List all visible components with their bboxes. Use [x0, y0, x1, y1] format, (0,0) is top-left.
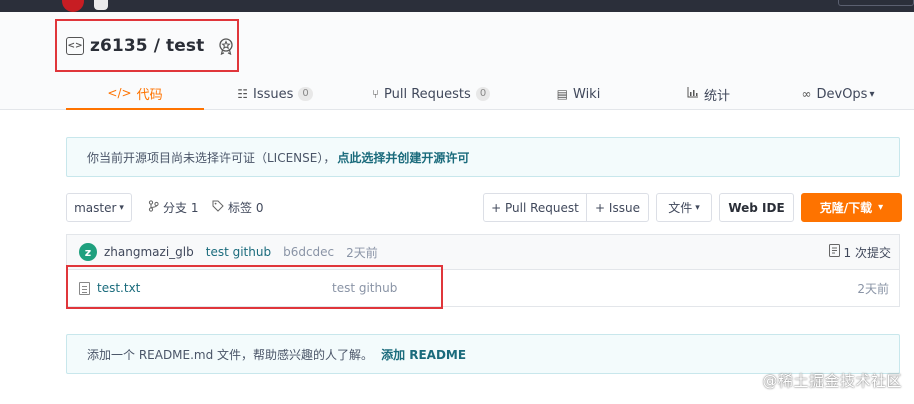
infinity-icon: ∞ [801, 87, 812, 101]
clone-download-button[interactable]: 克隆/下载 ▾ [801, 193, 902, 222]
chevron-down-icon: ▾ [878, 202, 884, 213]
repo-title-highlight [55, 19, 239, 72]
commit-time: 2天前 [346, 245, 378, 260]
create-license-link[interactable]: 点此选择并创建开源许可 [337, 149, 469, 166]
wiki-icon: ▤ [556, 87, 568, 101]
tab-label: 统计 [703, 88, 730, 104]
tab-label: Issues [253, 86, 294, 102]
gitee-logo-text [94, 0, 108, 10]
file-commit-time: 2天前 [857, 281, 889, 296]
commits-icon [828, 244, 840, 260]
tags-link[interactable]: 标签 0 [212, 193, 263, 222]
commit-author-link[interactable]: zhangmazi_glb [104, 245, 194, 259]
files-label: 文件 [668, 201, 693, 215]
license-notice-text: 你当前开源项目尚未选择许可证（LICENSE）， [87, 150, 336, 165]
tab-code[interactable]: </> 代码 [66, 78, 204, 110]
tab-pull-requests[interactable]: ⑂ Pull Requests 0 [346, 78, 516, 110]
tab-label: Wiki [573, 86, 601, 102]
repo-header: <> z6135 / test </> 代码 ☷ Issues 0 ⑂ Pull… [0, 12, 914, 110]
tab-devops[interactable]: ∞ DevOps ▾ [776, 78, 900, 110]
pr-count-badge: 0 [475, 87, 491, 101]
commit-sha-link[interactable]: b6dcdec [283, 245, 334, 259]
new-pull-request-button[interactable]: + Pull Request [483, 193, 587, 222]
issues-icon: ☷ [237, 87, 248, 101]
tag-icon [212, 200, 224, 215]
readme-notice: 添加一个 README.md 文件，帮助感兴趣的人了解。 添加 README [66, 334, 900, 374]
tab-label: DevOps [816, 86, 868, 102]
files-dropdown-button[interactable]: 文件 ▾ [656, 193, 712, 222]
branch-select[interactable]: master ▾ [66, 193, 132, 222]
avatar[interactable]: z [79, 243, 97, 261]
tab-stats[interactable]: 统计 [641, 78, 776, 110]
watermark: @稀土掘金技术社区 [762, 372, 902, 390]
branches-count: 分支 1 [163, 201, 199, 215]
chevron-down-icon: ▾ [869, 88, 875, 100]
branch-label: master [74, 200, 117, 215]
bar-chart-icon [687, 87, 699, 101]
commit-count-link[interactable]: 1 次提交 [828, 244, 891, 261]
tab-label: Pull Requests [384, 86, 471, 102]
file-row-highlight [66, 265, 443, 309]
issues-count-badge: 0 [298, 87, 313, 101]
pull-request-icon: ⑂ [371, 87, 380, 101]
chevron-down-icon: ▾ [695, 202, 700, 213]
code-icon: </> [107, 86, 132, 100]
tab-wiki[interactable]: ▤ Wiki [516, 78, 641, 110]
branch-icon [148, 200, 159, 215]
top-navbar [0, 0, 914, 12]
commit-message-link[interactable]: test github [206, 245, 271, 259]
tab-issues[interactable]: ☷ Issues 0 [204, 78, 346, 110]
tab-label: 代码 [136, 87, 163, 103]
top-search-input[interactable] [838, 0, 914, 6]
tags-count: 标签 0 [228, 201, 264, 215]
chevron-down-icon: ▾ [119, 202, 124, 213]
add-readme-link[interactable]: 添加 README [381, 346, 466, 363]
branches-link[interactable]: 分支 1 [148, 193, 198, 222]
license-notice: 你当前开源项目尚未选择许可证（LICENSE）， 点此选择并创建开源许可 [66, 137, 900, 177]
readme-notice-text: 添加一个 README.md 文件，帮助感兴趣的人了解。 [87, 347, 374, 362]
repo-tabs: </> 代码 ☷ Issues 0 ⑂ Pull Requests 0 ▤ Wi… [66, 78, 900, 110]
gitee-logo[interactable] [62, 0, 84, 12]
new-issue-button[interactable]: + Issue [586, 193, 649, 222]
clone-label: 克隆/下载 [819, 201, 873, 215]
web-ide-button[interactable]: Web IDE [719, 193, 794, 222]
commit-count: 1 次提交 [843, 245, 891, 260]
